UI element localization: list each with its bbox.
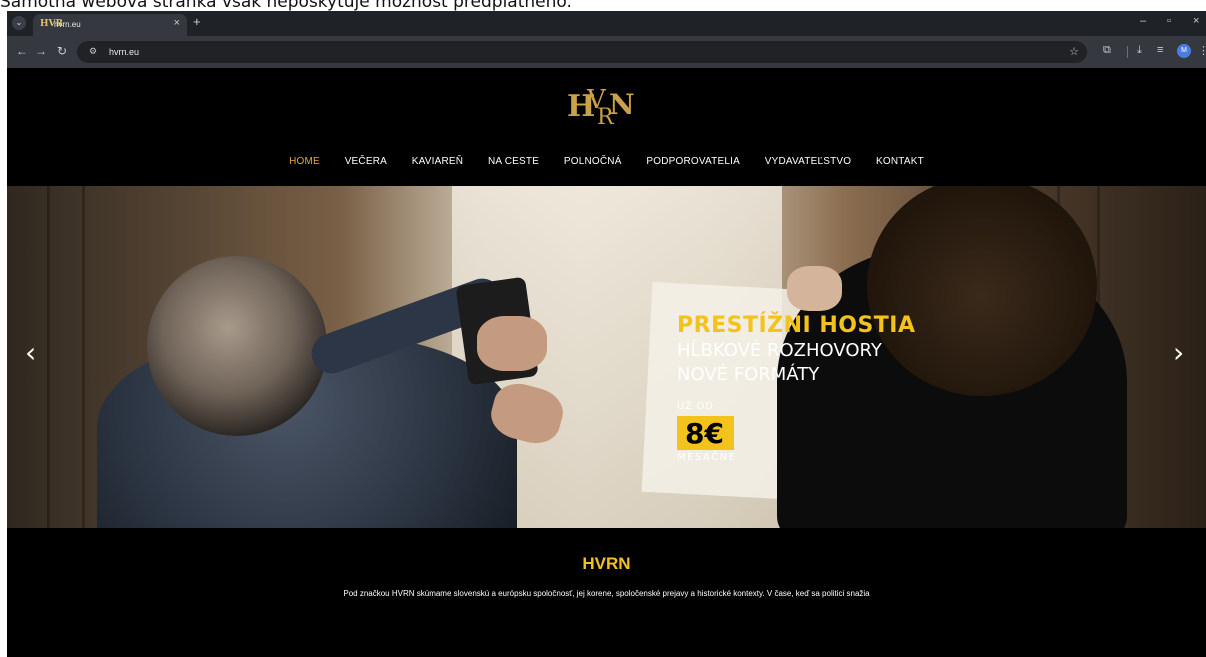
forward-icon[interactable]: → [35,44,47,58]
window-close-icon[interactable]: × [1193,15,1199,27]
nav-vecera[interactable]: VEČERA [345,156,387,167]
tab-title: hvrn.eu [54,20,81,29]
nav-home[interactable]: HOME [289,156,320,167]
new-tab-icon[interactable]: + [193,14,201,29]
nav-kaviaren[interactable]: KAVIAREŇ [412,156,463,167]
section-text: Pod značkou HVRN skúmame slovenskú a eur… [343,589,870,598]
browser-window: ⌄ HVR hvrn.eu × + – ▫ × ← → ↻ ⚙ hvrn.eu … [7,11,1206,657]
reload-icon[interactable]: ↻ [57,44,67,58]
download-icon[interactable]: ⤓ [1137,44,1142,57]
promo-line: HĹBKOVÉ ROZHOVORY [677,340,882,361]
hand [477,316,547,371]
more-icon[interactable]: ⋮ [1198,44,1206,57]
tab-strip: ⌄ HVR hvrn.eu × + – ▫ × [7,11,1206,36]
promo-line: NOVÉ FORMÁTY [677,364,820,385]
nav-vydavatelstvo[interactable]: VYDAVATEĽSTVO [765,156,852,167]
price-period: MESAČNE [677,452,737,463]
promo-headline: PRESTÍŽNI HOSTIA [677,313,916,338]
minimize-icon[interactable]: – [1140,15,1146,27]
background-slat [47,186,50,528]
address-url[interactable]: hvrn.eu [109,47,139,57]
tab-search-icon[interactable]: ≡ [1157,44,1163,56]
caption-text: Samotná webová stránka však neposkytuje … [0,0,572,11]
toolbar-divider [1127,46,1128,58]
maximize-icon[interactable]: ▫ [1167,15,1171,27]
address-bar[interactable]: ⚙ hvrn.eu ☆ [77,41,1087,63]
browser-tab[interactable]: HVR hvrn.eu × [33,14,187,36]
slider-prev-arrow[interactable]: ‹ [25,336,36,369]
hvrn-logo[interactable]: H V R N [561,78,641,138]
nav-podporovatelia[interactable]: PODPOROVATELIA [646,156,740,167]
bookmark-star-icon[interactable]: ☆ [1069,45,1079,58]
section-title: HVRN [582,554,631,573]
browser-toolbar: ← → ↻ ⚙ hvrn.eu ☆ ⧉ ⤓ ≡ M ⋮ [7,36,1206,68]
hand [787,266,842,311]
man-head [147,256,327,436]
hero-promo: PRESTÍŽNI HOSTIA HĹBKOVÉ ROZHOVORY NOVÉ … [677,313,916,463]
profile-avatar[interactable]: M [1177,44,1191,58]
hero-slider[interactable]: ‹ › PRESTÍŽNI HOSTIA HĹBKOVÉ ROZHOVORY N… [7,186,1206,528]
back-icon[interactable]: ← [16,44,28,58]
price-prefix: UŽ OD [677,401,714,412]
site-settings-icon[interactable]: ⚙ [89,46,97,57]
main-nav: HOME VEČERA KAVIAREŇ NA CESTE POLNOČNÁ P… [7,156,1206,167]
svg-text:N: N [609,88,635,121]
nav-na-ceste[interactable]: NA CESTE [488,156,539,167]
menu-icon[interactable]: ⌄ [12,16,26,30]
price-badge: 8€ [677,416,734,450]
nav-kontakt[interactable]: KONTAKT [876,156,924,167]
close-icon[interactable]: × [174,17,180,29]
website: H V R N HOME VEČERA KAVIAREŇ NA CESTE PO… [7,68,1206,657]
background-slat [82,186,85,528]
extensions-icon[interactable]: ⧉ [1103,44,1111,57]
slider-next-arrow[interactable]: › [1173,336,1184,369]
nav-polnocna[interactable]: POLNOČNÁ [564,156,622,167]
